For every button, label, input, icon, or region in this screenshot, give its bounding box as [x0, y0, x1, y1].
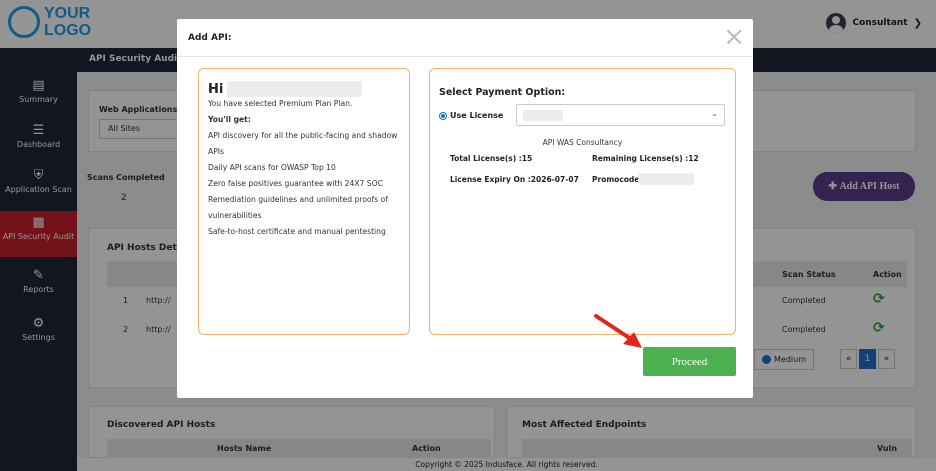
greeting-text: Hi — [208, 81, 224, 97]
greeting: Hi — [208, 81, 363, 97]
plan-line: vulnerabilities — [208, 211, 262, 220]
modal-title: Add API: — [188, 33, 232, 43]
plan-line: API discovery for all the public-facing … — [208, 131, 398, 140]
plan-line: You have selected Premium Plan Plan. — [208, 99, 353, 108]
plan-benefits: You have selected Premium Plan Plan. You… — [208, 96, 408, 240]
license-expiry: License Expiry On :2026-07-07 — [450, 175, 579, 184]
add-api-modal: Add API: × Hi You have selected Premium … — [177, 19, 753, 398]
close-icon[interactable]: × — [723, 23, 745, 51]
payment-title: Select Payment Option: — [439, 87, 566, 98]
red-arrow-icon — [594, 314, 642, 348]
modal-header: Add API: × — [177, 19, 753, 57]
plan-line: You'll get: — [208, 115, 251, 124]
plan-line: Remediation guidelines and unlimited pro… — [208, 195, 388, 204]
license-select[interactable]: ⌄ — [516, 104, 725, 126]
redacted-promocode — [638, 173, 694, 185]
consultancy-name: API WAS Consultancy — [542, 138, 623, 147]
use-license-label: Use License — [450, 111, 504, 120]
plan-line: APIs — [208, 147, 224, 156]
redacted-license — [523, 110, 563, 121]
radio-selected-icon[interactable] — [439, 111, 447, 120]
plan-panel: Hi You have selected Premium Plan Plan. … — [198, 68, 410, 335]
proceed-button[interactable]: Proceed — [643, 347, 736, 376]
plan-line: Daily API scans for OWASP Top 10 — [208, 163, 336, 172]
use-license-radio[interactable]: Use License — [439, 111, 503, 120]
plan-line: Safe-to-host certificate and manual pent… — [208, 227, 386, 236]
redacted-name — [227, 81, 363, 97]
promocode-label: Promocode — [592, 175, 640, 184]
payment-panel: Select Payment Option: Use License ⌄ API… — [429, 68, 736, 335]
chevron-down-icon: ⌄ — [711, 109, 718, 118]
total-licenses: Total License(s) :15 — [450, 154, 533, 163]
remaining-licenses: Remaining License(s) :12 — [592, 154, 699, 163]
plan-line: Zero false positives guarantee with 24X7… — [208, 179, 383, 188]
